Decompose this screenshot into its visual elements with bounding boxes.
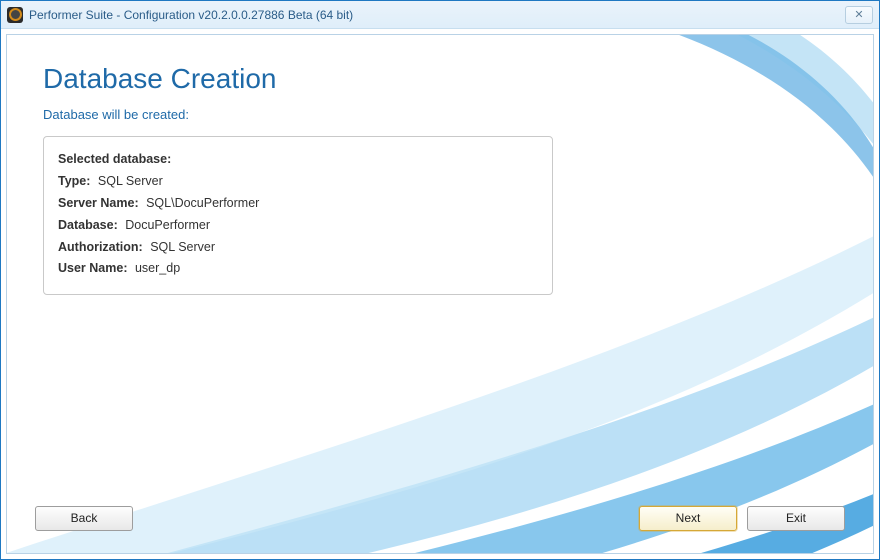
- content: Database Creation Database will be creat…: [7, 35, 873, 553]
- user-name-label: User Name:: [58, 261, 127, 275]
- summary-row-database: Database: DocuPerformer: [58, 215, 538, 237]
- user-name-value: user_dp: [135, 261, 180, 275]
- database-label: Database:: [58, 218, 118, 232]
- server-name-value: SQL\DocuPerformer: [146, 196, 259, 210]
- app-icon: [7, 7, 23, 23]
- summary-row-auth: Authorization: SQL Server: [58, 237, 538, 259]
- app-window: Performer Suite - Configuration v20.2.0.…: [0, 0, 880, 560]
- exit-button[interactable]: Exit: [747, 506, 845, 531]
- titlebar: Performer Suite - Configuration v20.2.0.…: [1, 1, 879, 29]
- next-button[interactable]: Next: [639, 506, 737, 531]
- type-label: Type:: [58, 174, 90, 188]
- server-name-label: Server Name:: [58, 196, 139, 210]
- page-heading: Database Creation: [43, 63, 837, 95]
- summary-row-type: Type: SQL Server: [58, 171, 538, 193]
- summary-selected: Selected database:: [58, 149, 538, 171]
- authorization-value: SQL Server: [150, 240, 215, 254]
- selected-database-label: Selected database:: [58, 152, 171, 166]
- type-value: SQL Server: [98, 174, 163, 188]
- summary-row-user: User Name: user_dp: [58, 258, 538, 280]
- close-button[interactable]: ✕: [845, 6, 873, 24]
- summary-row-server: Server Name: SQL\DocuPerformer: [58, 193, 538, 215]
- window-title: Performer Suite - Configuration v20.2.0.…: [29, 8, 845, 22]
- footer: Back Next Exit: [7, 495, 873, 553]
- summary-panel: Selected database: Type: SQL Server Serv…: [43, 136, 553, 295]
- back-button[interactable]: Back: [35, 506, 133, 531]
- authorization-label: Authorization:: [58, 240, 143, 254]
- page-subheading: Database will be created:: [43, 107, 837, 122]
- database-value: DocuPerformer: [125, 218, 210, 232]
- close-icon: ✕: [854, 8, 863, 21]
- client-area: Database Creation Database will be creat…: [6, 34, 874, 554]
